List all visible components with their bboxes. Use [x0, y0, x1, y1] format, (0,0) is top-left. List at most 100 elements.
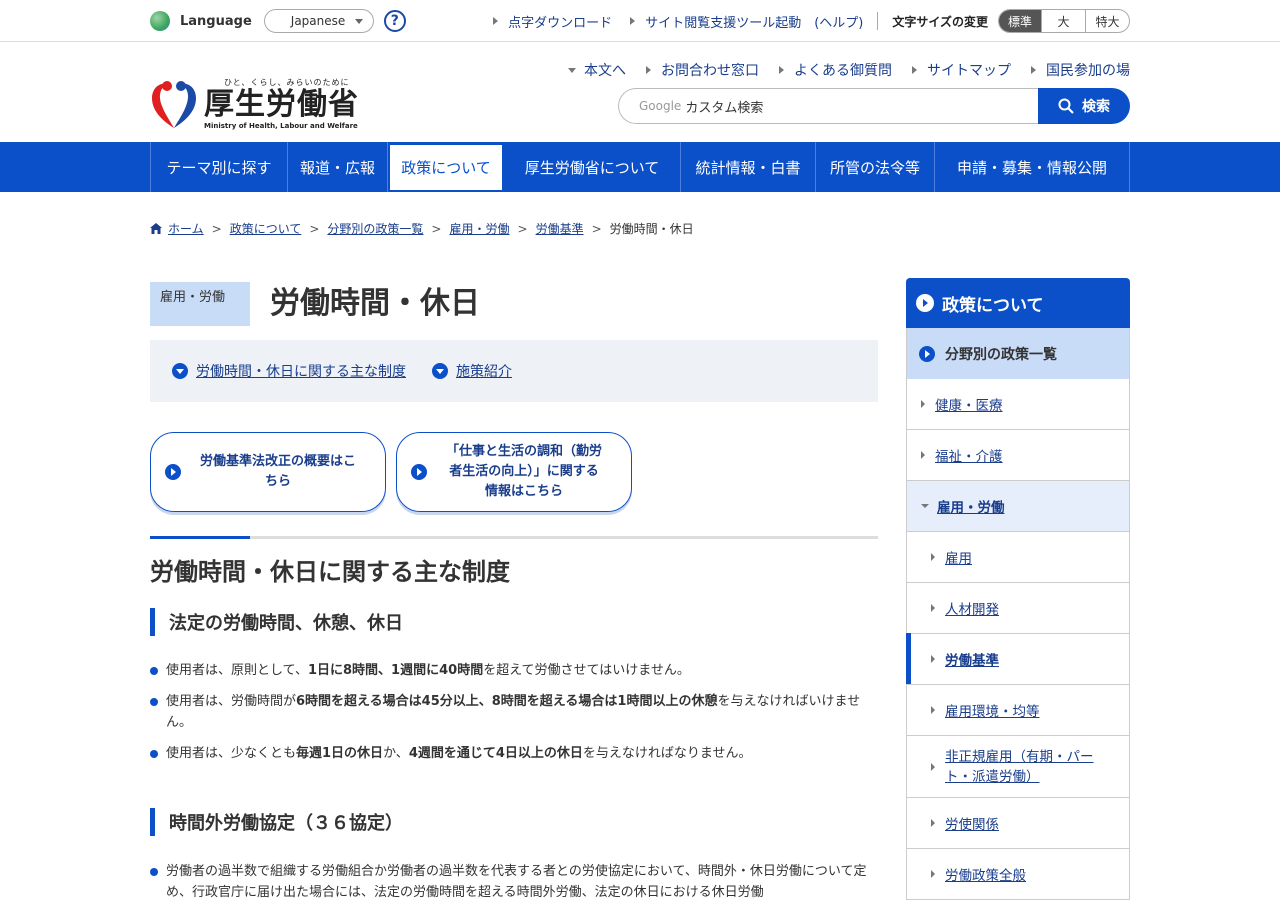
arrow-right-icon	[912, 66, 917, 74]
arrow-right-icon	[931, 762, 935, 771]
arrow-right-icon	[1031, 66, 1036, 74]
gnav-theme[interactable]: テーマ別に探す	[151, 142, 288, 192]
language-select[interactable]: Japanese	[263, 9, 374, 33]
arrow-right-icon	[921, 400, 925, 408]
list-item: 使用者は、労働時間が6時間を超える場合は45分以上、8時間を超える場合は1時間以…	[150, 691, 878, 733]
site-search: Google カスタム検索 検索	[618, 88, 1130, 124]
section-divider	[150, 536, 878, 539]
help-icon[interactable]: ?	[383, 10, 406, 32]
globe-icon	[150, 11, 170, 31]
mhlw-logo-icon	[152, 81, 196, 128]
site-header: ひと、くらし、みらいのために 厚生労働省 Ministry of Health,…	[0, 42, 1280, 142]
breadcrumb-current: 労働時間・休日	[609, 222, 694, 236]
side-nav-item-welfare[interactable]: 福祉・介護	[906, 430, 1130, 481]
side-nav-item-labor-relations[interactable]: 労使関係	[906, 798, 1130, 849]
arrow-right-icon	[779, 66, 784, 74]
breadcrumb-policy-list[interactable]: 分野別の政策一覧	[327, 220, 423, 237]
braille-download-link[interactable]: 点字ダウンロード	[493, 12, 612, 31]
section-heading-main-systems: 労働時間・休日に関する主な制度	[150, 558, 510, 586]
subsection-heading-36-agreement: 時間外労働協定（３６協定）	[150, 808, 403, 836]
side-nav-title[interactable]: 政策について	[906, 278, 1130, 328]
gnav-statistics[interactable]: 統計情報・白書	[681, 142, 816, 192]
subsection-heading-legal-hours: 法定の労働時間、休憩、休日	[150, 608, 403, 636]
side-nav-item-equality[interactable]: 雇用環境・均等	[906, 685, 1130, 736]
breadcrumb-labor-standards[interactable]: 労働基準	[536, 220, 584, 237]
labor-law-revision-button[interactable]: 労働基準法改正の概要はこ ちら	[150, 432, 386, 512]
faq-link[interactable]: よくある御質問	[779, 60, 892, 80]
search-button[interactable]: 検索	[1038, 88, 1130, 124]
gnav-applications[interactable]: 申請・募集・情報公開	[935, 142, 1130, 192]
side-nav-item-health[interactable]: 健康・医療	[906, 379, 1130, 430]
gnav-policy[interactable]: 政策について	[388, 142, 504, 192]
search-icon	[1058, 98, 1074, 114]
header-links: 本文へ お問合わせ窓口 よくある御質問 サイトマップ 国民参加の場	[548, 60, 1130, 80]
arrow-right-icon	[931, 655, 935, 663]
arrow-right-icon	[493, 17, 499, 25]
language-label: Language	[180, 13, 252, 29]
page-title: 労働時間・休日	[270, 286, 480, 321]
arrow-right-icon	[921, 451, 925, 459]
arrow-right-icon	[931, 819, 935, 827]
site-logo[interactable]: ひと、くらし、みらいのために 厚生労働省 Ministry of Health,…	[150, 76, 359, 130]
arrow-right-icon	[931, 553, 935, 561]
arrow-right-icon	[646, 66, 651, 74]
breadcrumb: ホーム > 政策について > 分野別の政策一覧 > 雇用・労働 > 労働基準 > 労働時間…	[150, 220, 694, 237]
side-nav-item-labor-policy[interactable]: 労働政策全般	[906, 849, 1130, 900]
skip-to-content-link[interactable]: 本文へ	[568, 60, 626, 80]
google-label: Google	[639, 99, 682, 113]
side-nav-item-non-regular[interactable]: 非正規雇用（有期・パー ト・派遣労働）	[906, 736, 1130, 798]
anchor-link-main-systems[interactable]: 労働時間・休日に関する主な制度	[172, 361, 406, 381]
arrow-down-circle-icon	[172, 363, 188, 379]
search-placeholder: カスタム検索	[685, 100, 764, 116]
font-size-xlarge-button[interactable]: 特大	[1085, 10, 1129, 32]
side-nav-item-hr-development[interactable]: 人材開発	[906, 583, 1130, 634]
gnav-about[interactable]: 厚生労働省について	[504, 142, 681, 192]
side-nav: 政策について 分野別の政策一覧 健康・医療 福祉・介護 雇用・労働 雇用 人材開…	[906, 278, 1130, 900]
logo-name: 厚生労働省	[204, 87, 359, 122]
logo-english: Ministry of Health, Labour and Welfare	[204, 122, 358, 130]
side-nav-item-labor-standards[interactable]: 労働基準	[906, 633, 1130, 685]
arrow-right-icon	[931, 604, 935, 612]
arrow-down-circle-icon	[432, 363, 448, 379]
arrow-right-icon	[630, 17, 636, 25]
font-size-switcher: 標準 大 特大	[998, 9, 1130, 33]
public-participation-link[interactable]: 国民参加の場	[1031, 60, 1130, 80]
work-life-balance-button[interactable]: 「仕事と生活の調和（勤労 者生活の向上）」に関する 情報はこちら	[396, 432, 632, 512]
arrow-down-icon	[568, 67, 576, 73]
font-size-standard-button[interactable]: 標準	[999, 10, 1041, 32]
arrow-right-circle-icon	[411, 464, 427, 480]
chevron-down-icon	[354, 18, 363, 24]
arrow-right-circle-icon	[916, 294, 934, 312]
gnav-press[interactable]: 報道・広報	[288, 142, 388, 192]
gnav-laws[interactable]: 所管の法令等	[816, 142, 935, 192]
utility-bar: Language Japanese ? 点字ダウンロード サイト閲覧支援ツール起…	[0, 0, 1280, 42]
font-size-label: 文字サイズの変更	[892, 14, 988, 29]
accessibility-tool-link[interactable]: サイト閲覧支援ツール起動 (ヘルプ)	[630, 12, 863, 31]
breadcrumb-policy[interactable]: 政策について	[230, 220, 302, 237]
breadcrumb-employment[interactable]: 雇用・労働	[449, 220, 509, 237]
font-size-large-button[interactable]: 大	[1041, 10, 1085, 32]
arrow-right-circle-icon	[165, 464, 181, 480]
category-badge: 雇用・労働	[150, 282, 250, 326]
arrow-right-circle-icon	[919, 345, 935, 362]
breadcrumb-home[interactable]: ホーム	[168, 220, 204, 237]
page-anchor-links: 労働時間・休日に関する主な制度 施策紹介	[150, 340, 878, 402]
side-nav-item-employment[interactable]: 雇用・労働	[906, 481, 1130, 532]
list-item: 労働者の過半数で組織する労働組合か労働者の過半数を代表する者との労使協定において…	[150, 861, 878, 903]
search-input[interactable]: Google カスタム検索	[618, 88, 1038, 124]
side-nav-policy-list[interactable]: 分野別の政策一覧	[906, 328, 1130, 379]
arrow-right-icon	[931, 706, 935, 714]
arrow-right-icon	[931, 870, 935, 878]
utility-links: 点字ダウンロード サイト閲覧支援ツール起動 (ヘルプ) 文字サイズの変更 標準 …	[475, 9, 1130, 33]
arrow-down-icon	[921, 504, 929, 508]
divider	[877, 12, 879, 30]
global-nav: テーマ別に探す 報道・広報 政策について 厚生労働省について 統計情報・白書 所…	[0, 142, 1280, 192]
anchor-link-measures[interactable]: 施策紹介	[432, 361, 512, 381]
contact-link[interactable]: お問合わせ窓口	[646, 60, 759, 80]
list-item: 使用者は、少なくとも毎週1日の休日か、4週間を通じて4日以上の休日を与えなければ…	[150, 743, 878, 764]
list-item: 使用者は、原則として、1日に8時間、1週間に40時間を超えて労働させてはいけませ…	[150, 660, 878, 681]
home-icon	[150, 223, 162, 234]
language-select-value: Japanese	[290, 14, 346, 28]
sitemap-link[interactable]: サイトマップ	[912, 60, 1011, 80]
side-nav-item-koyo[interactable]: 雇用	[906, 532, 1130, 583]
